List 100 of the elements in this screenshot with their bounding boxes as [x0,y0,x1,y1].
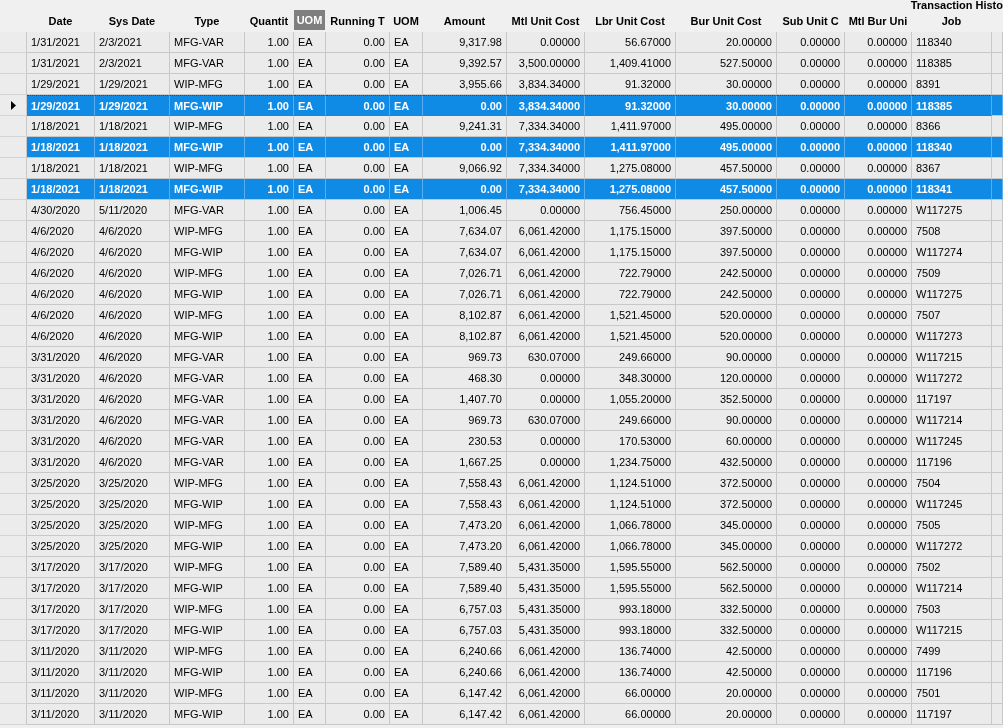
table-cell: 3/25/2020 [27,473,95,494]
table-cell: 118340 [912,32,992,53]
table-cell: 0.00000 [845,116,912,137]
table-cell: MFG-VAR [170,200,245,221]
table-cell: 0.00 [326,305,390,326]
table-cell: 1/29/2021 [95,74,170,95]
table-cell: EA [294,536,326,557]
table-cell: 118385 [912,53,992,74]
table-cell: 3,955.66 [423,74,507,95]
table-cell: EA [390,326,423,347]
current-row-icon [10,100,16,110]
table-cell: 0.00 [326,263,390,284]
table-cell: 1.00 [245,494,294,515]
table-cell: 0.00000 [845,242,912,263]
table-cell: 249.66000 [585,410,676,431]
table-cell: 6,061.42000 [507,263,585,284]
table-cell: 0.00000 [777,221,845,242]
table-cell: 495.00000 [676,137,777,158]
table-cell: 66.00000 [585,704,676,725]
table-cell: 1/18/2021 [27,137,95,158]
table-cell: 0.00000 [777,599,845,620]
table-cell: EA [294,284,326,305]
table-cell: 6,757.03 [423,620,507,641]
table-cell: EA [390,305,423,326]
table-cell: 7508 [912,221,992,242]
table-cell: 9,317.98 [423,32,507,53]
row-header[interactable] [0,95,27,116]
table-cell: EA [294,389,326,410]
table-cell: 91.32000 [585,74,676,95]
table-cell: 9,392.57 [423,53,507,74]
table-cell: 0.00 [326,578,390,599]
table-cell: 4/6/2020 [95,347,170,368]
table-cell: 4/6/2020 [95,410,170,431]
table-cell: EA [294,662,326,683]
table-cell: 3/17/2020 [27,599,95,620]
table-cell: MFG-VAR [170,368,245,389]
table-cell: 30.00000 [676,74,777,95]
table-cell: 722.79000 [585,263,676,284]
table-cell: 1,667.25 [423,452,507,473]
table-cell: 0.00000 [777,683,845,704]
table-cell: 0.00 [326,242,390,263]
table-cell: EA [294,74,326,95]
table-cell: WIP-MFG [170,158,245,179]
table-cell: 3/25/2020 [95,494,170,515]
table-cell: 0.00000 [777,326,845,347]
table-cell: 6,757.03 [423,599,507,620]
table-cell: 3/11/2020 [27,683,95,704]
table-cell: EA [294,620,326,641]
table-cell: EA [294,326,326,347]
table-cell: 0.00000 [845,452,912,473]
table-cell: EA [294,32,326,53]
table-cell: 372.50000 [676,473,777,494]
table-cell: 1.00 [245,242,294,263]
table-cell: 6,061.42000 [507,326,585,347]
table-cell: MFG-WIP [170,620,245,641]
table-cell: 0.00 [326,473,390,494]
table-cell: 5,431.35000 [507,578,585,599]
table-cell: 4/6/2020 [95,431,170,452]
table-cell: 7,558.43 [423,473,507,494]
table-cell: 0.00000 [777,116,845,137]
table-cell: 0.00000 [845,221,912,242]
table-cell: 0.00 [326,704,390,725]
table-cell: EA [294,410,326,431]
table-cell: 0.00000 [777,704,845,725]
table-cell: 230.53 [423,431,507,452]
table-cell: 0.00000 [777,641,845,662]
table-cell: MFG-VAR [170,32,245,53]
table-cell: 7,558.43 [423,494,507,515]
table-cell: 3/17/2020 [27,557,95,578]
table-cell: EA [294,263,326,284]
table-cell: EA [294,200,326,221]
table-cell: 4/6/2020 [95,326,170,347]
table-cell: 3/11/2020 [95,641,170,662]
column-header[interactable]: UOM [294,10,326,30]
table-cell: 1.00 [245,326,294,347]
table-cell: W117214 [912,410,992,431]
table-cell: 0.00000 [777,431,845,452]
table-cell: 1,175.15000 [585,242,676,263]
table-cell: 6,061.42000 [507,704,585,725]
table-cell: 1,595.55000 [585,578,676,599]
table-cell: EA [390,347,423,368]
table-cell: 0.00 [326,599,390,620]
table-cell: 1/18/2021 [95,137,170,158]
table-cell: 0.00 [326,683,390,704]
table-cell: 0.00000 [777,389,845,410]
table-cell: 0.00000 [845,137,912,158]
table-cell: 3/11/2020 [27,662,95,683]
table-cell: 4/6/2020 [95,242,170,263]
table-cell: 1,124.51000 [585,494,676,515]
table-cell: 1.00 [245,557,294,578]
table-cell: WIP-MFG [170,305,245,326]
table-cell: 0.00000 [845,200,912,221]
table-cell: 1/29/2021 [27,95,95,116]
table-cell: 0.00 [326,158,390,179]
table-cell: 4/6/2020 [95,221,170,242]
table-cell: 1.00 [245,74,294,95]
table-cell: 0.00000 [845,389,912,410]
table-cell: 0.00 [326,389,390,410]
table-cell: 7,334.34000 [507,137,585,158]
table-cell: 0.00000 [845,515,912,536]
